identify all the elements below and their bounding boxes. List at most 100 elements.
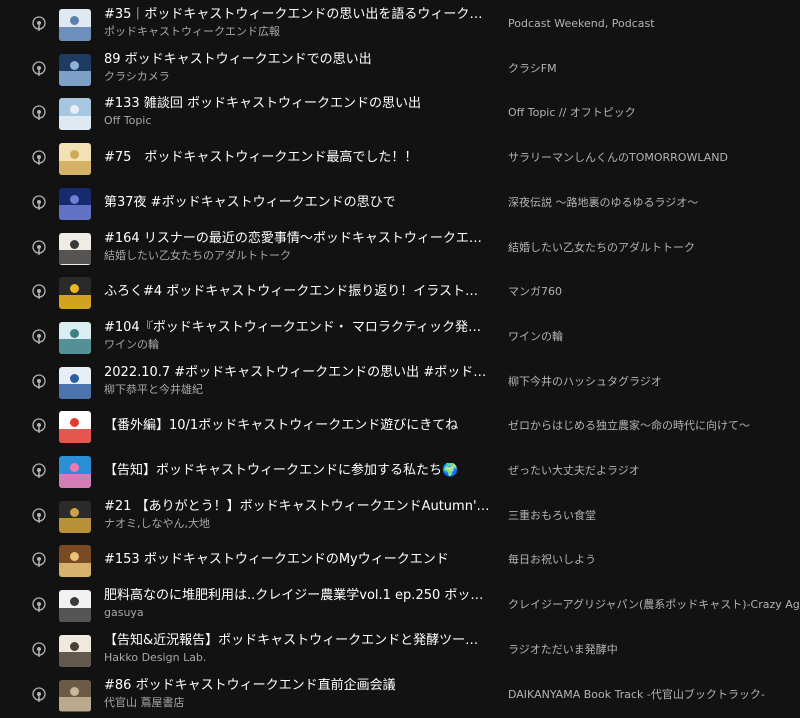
podcast-icon xyxy=(32,686,46,702)
episode-title[interactable]: #133 雑談回 ポッドキャストウィークエンドの思い出 xyxy=(104,96,490,112)
cover-art-band xyxy=(59,562,91,578)
episode-cover-image xyxy=(59,277,91,310)
show-name-link[interactable]: 毎日お祝いしよう xyxy=(508,552,800,568)
cover-art-mark xyxy=(70,194,79,204)
cover-art-band xyxy=(59,428,91,444)
show-name-link[interactable]: 柳下今井のハッシュタグラジオ xyxy=(508,374,800,390)
episode-publisher[interactable]: ワインの輪 xyxy=(104,338,490,352)
episode-title[interactable]: 【告知】ポッドキャストウィークエンドに参加する私たち🌍 xyxy=(104,463,490,479)
episode-title[interactable]: 肥料高なのに堆肥利用は..クレイジー農業学vol.1 ep.250 ポッドキャス… xyxy=(104,588,490,604)
podcast-icon xyxy=(32,61,46,76)
episode-title[interactable]: #104『ポッドキャストウィークエンド・ マロラクティック発酵』 xyxy=(104,320,490,336)
episode-title[interactable]: #21 【ありがとう！】ポッドキャストウィークエンドAutumn'22 xyxy=(104,499,490,515)
cover-art-band xyxy=(59,652,91,667)
cover-art-band xyxy=(59,518,91,533)
show-name-link[interactable]: DAIKANYAMA Book Track -代官山ブックトラック- xyxy=(508,687,800,703)
episode-row[interactable]: 【告知&近況報告】ポッドキャストウィークエンドと発酵ツーリズム Hakko Des… xyxy=(0,628,800,673)
cover-art-band xyxy=(59,697,91,712)
episode-row[interactable]: #35｜ポッドキャストウィークエンドの思い出を語るウィークエンド ポッドキャストウ… xyxy=(0,2,800,47)
show-name-link[interactable]: クレイジーアグリジャパン(農系ポッドキャスト)-Crazy Agri Japan… xyxy=(508,597,800,613)
podcast-icon xyxy=(32,329,46,344)
episode-list: #35｜ポッドキャストウィークエンドの思い出を語るウィークエンド ポッドキャストウ… xyxy=(0,0,800,718)
episode-row[interactable]: #75 ポッドキャストウィークエンド最高でした！！ サラリーマンしんくんのTOMO… xyxy=(0,136,800,181)
episode-publisher[interactable]: ポッドキャストウィークエンド広報 xyxy=(104,25,490,39)
episode-title[interactable]: 【告知&近況報告】ポッドキャストウィークエンドと発酵ツーリズム xyxy=(104,633,490,649)
show-name-link[interactable]: Podcast Weekend, Podcast xyxy=(508,16,800,32)
podcast-icon xyxy=(32,16,46,31)
episode-cover-image xyxy=(59,679,91,712)
episode-row[interactable]: 2022.10.7 #ポッドキャストウィークエンドの思い出 #ポッドキャスト 柳下… xyxy=(0,360,800,405)
cover-art-band xyxy=(59,607,91,623)
cover-art-mark xyxy=(70,60,79,70)
episode-row[interactable]: ふろく#4 ポッドキャストウィークエンド振り返り！イラストに込めた想い マンガ76… xyxy=(0,270,800,315)
cover-art-band xyxy=(59,339,91,354)
episode-publisher[interactable]: Off Topic xyxy=(104,114,490,128)
show-name-link[interactable]: Off Topic // オフトピック xyxy=(508,105,800,121)
episode-publisher[interactable]: 柳下恭平と今井雄紀 xyxy=(104,383,490,397)
show-name-link[interactable]: ワインの輪 xyxy=(508,329,800,345)
podcast-icon xyxy=(32,150,46,166)
cover-art-band xyxy=(59,205,91,220)
episode-title[interactable]: #153 ポッドキャストウィークエンドのMyウィークエンド xyxy=(104,552,490,568)
podcast-icon xyxy=(32,642,46,657)
episode-cover-image xyxy=(59,411,91,444)
episode-row[interactable]: 肥料高なのに堆肥利用は..クレイジー農業学vol.1 ep.250 ポッドキャス… xyxy=(0,583,800,628)
episode-publisher[interactable]: ナオミ,しなやん,大地 xyxy=(104,517,490,531)
podcast-icon xyxy=(32,239,46,255)
episode-title[interactable]: #86 ポッドキャストウィークエンド直前企画会議 xyxy=(104,678,490,694)
cover-art-mark xyxy=(70,328,79,338)
episode-row[interactable]: #153 ポッドキャストウィークエンドのMyウィークエンド 毎日お祝いしよう xyxy=(0,538,800,583)
episode-title[interactable]: #35｜ポッドキャストウィークエンドの思い出を語るウィークエンド xyxy=(104,7,490,23)
episode-cover-image xyxy=(59,321,91,354)
cover-art-mark xyxy=(70,418,79,428)
cover-art-mark xyxy=(70,463,79,472)
episode-cover-image xyxy=(59,98,91,131)
show-name-link[interactable]: クラシFM xyxy=(508,61,800,77)
episode-publisher[interactable]: 結婚したい乙女たちのアダルトトーク xyxy=(104,249,490,263)
cover-art-band xyxy=(59,26,91,41)
episode-row[interactable]: #21 【ありがとう！】ポッドキャストウィークエンドAutumn'22 ナオミ,し… xyxy=(0,494,800,539)
cover-art-band xyxy=(59,115,91,131)
show-name-link[interactable]: ぜったい大丈夫だよラジオ xyxy=(508,463,800,479)
cover-art-mark xyxy=(70,686,79,696)
episode-title[interactable]: #164 リスナーの最近の恋愛事情〜ポッドキャストウィークエンドの思い出 xyxy=(104,231,490,247)
cover-art-band xyxy=(59,160,91,176)
episode-title[interactable]: 89 ポッドキャストウィークエンドでの思い出 xyxy=(104,52,490,68)
episode-row[interactable]: #86 ポッドキャストウィークエンド直前企画会議 代官山 蔦屋書店 DAIKANYA… xyxy=(0,673,800,718)
cover-art-band xyxy=(59,71,91,86)
episode-row[interactable]: #104『ポッドキャストウィークエンド・ マロラクティック発酵』 ワインの輪 ワイン… xyxy=(0,315,800,360)
episode-title[interactable]: 2022.10.7 #ポッドキャストウィークエンドの思い出 #ポッドキャスト xyxy=(104,365,490,381)
show-name-link[interactable]: マンガ760 xyxy=(508,284,800,300)
episode-publisher[interactable]: クラシカメラ xyxy=(104,70,490,84)
episode-title[interactable]: 第37夜 #ポッドキャストウィークエンドの思ひで xyxy=(104,195,490,211)
show-name-link[interactable]: サラリーマンしんくんのTOMORROWLAND xyxy=(508,150,800,166)
episode-row[interactable]: #164 リスナーの最近の恋愛事情〜ポッドキャストウィークエンドの思い出結婚した… xyxy=(0,226,800,271)
episode-publisher[interactable]: 代官山 蔦屋書店 xyxy=(104,696,490,710)
cover-art-mark xyxy=(70,239,79,249)
cover-art-mark xyxy=(70,641,79,651)
episode-title[interactable]: ふろく#4 ポッドキャストウィークエンド振り返り！イラストに込めた想い xyxy=(104,284,490,300)
episode-publisher[interactable]: Hakko Design Lab. xyxy=(104,651,490,665)
episode-cover-image xyxy=(59,143,91,176)
show-name-link[interactable]: ゼロからはじめる独立農家〜命の時代に向けて〜 xyxy=(508,418,800,434)
show-name-link[interactable]: 結婚したい乙女たちのアダルトトーク xyxy=(508,240,800,256)
episode-row[interactable]: 89 ポッドキャストウィークエンドでの思い出 クラシカメラ クラシFM xyxy=(0,47,800,92)
cover-art-band xyxy=(59,294,91,310)
show-name-link[interactable]: ラジオただいま発酵中 xyxy=(508,642,800,658)
show-name-link[interactable]: 深夜伝説 〜路地裏のゆるゆるラジオ〜 xyxy=(508,195,800,211)
podcast-icon xyxy=(32,418,46,434)
episode-row[interactable]: 【告知】ポッドキャストウィークエンドに参加する私たち🌍 ぜったい大丈夫だよラジオ xyxy=(0,449,800,494)
episode-publisher[interactable]: gasuya xyxy=(104,606,490,620)
episode-row[interactable]: 【番外編】10/1ポッドキャストウィークエンド遊びにきてね ゼロからはじめる独立農… xyxy=(0,404,800,449)
episode-row[interactable]: 第37夜 #ポッドキャストウィークエンドの思ひで 深夜伝説 〜路地裏のゆるゆるラジ… xyxy=(0,181,800,226)
podcast-icon xyxy=(32,508,46,523)
episode-title[interactable]: 【番外編】10/1ポッドキャストウィークエンド遊びにきてね xyxy=(104,418,490,434)
show-name-link[interactable]: 三重おもろい食堂 xyxy=(508,508,800,524)
podcast-icon xyxy=(32,284,46,300)
cover-art-mark xyxy=(70,373,79,383)
episode-title[interactable]: #75 ポッドキャストウィークエンド最高でした！！ xyxy=(104,150,490,166)
episode-cover-image xyxy=(59,53,91,86)
episode-row[interactable]: #133 雑談回 ポッドキャストウィークエンドの思い出 Off Topic Off … xyxy=(0,91,800,136)
cover-art-mark xyxy=(70,507,79,517)
podcast-icon xyxy=(32,552,46,568)
